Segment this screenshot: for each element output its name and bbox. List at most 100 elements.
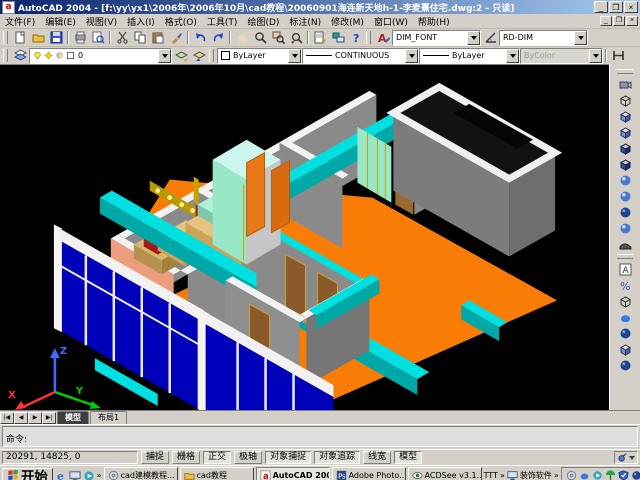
open-button[interactable] bbox=[29, 30, 47, 45]
layer-manager-button[interactable] bbox=[11, 48, 29, 63]
new-button[interactable] bbox=[11, 30, 29, 45]
dim-style-dropdown[interactable]: RD-DIM bbox=[499, 30, 588, 46]
osnap-toggle[interactable]: 对象捕捉 bbox=[265, 451, 311, 464]
color-dropdown[interactable]: ByLayer bbox=[217, 48, 302, 64]
lights-button[interactable] bbox=[615, 236, 635, 252]
zoom-realtime-button[interactable] bbox=[251, 30, 269, 45]
materials-button[interactable] bbox=[615, 261, 635, 277]
tab-next-button[interactable]: ▶ bbox=[28, 412, 42, 424]
gouraud-shaded-edges-button[interactable] bbox=[615, 188, 635, 204]
media-player-icon[interactable] bbox=[83, 470, 95, 480]
restore-button[interactable]: ❐ bbox=[609, 1, 623, 13]
tab-last-button[interactable]: ▶| bbox=[42, 412, 56, 424]
ortho-toggle[interactable]: 正交 bbox=[203, 451, 231, 464]
properties-button[interactable] bbox=[311, 30, 329, 45]
hidden-view-button[interactable] bbox=[615, 124, 635, 140]
menu-help[interactable]: 帮助(H) bbox=[413, 15, 455, 28]
render-preferences-button[interactable] bbox=[615, 357, 635, 373]
taskbar-toolbar-decor[interactable]: 装饰软件 » bbox=[507, 470, 559, 480]
plot-button[interactable] bbox=[71, 30, 89, 45]
mapping-button[interactable] bbox=[615, 293, 635, 309]
menu-modify[interactable]: 修改(M) bbox=[326, 15, 369, 28]
task-acdsee[interactable]: ACDSee v3.1... bbox=[408, 467, 482, 480]
close-button[interactable]: × bbox=[624, 1, 638, 13]
layer-previous-button[interactable] bbox=[190, 48, 208, 63]
coordinate-readout[interactable]: 20291, 14825, 0 bbox=[2, 451, 138, 464]
flat-shaded-button[interactable] bbox=[615, 140, 635, 156]
command-prompt[interactable]: 命令: bbox=[6, 435, 634, 446]
designcenter-button[interactable] bbox=[329, 30, 347, 45]
redo-button[interactable] bbox=[209, 30, 227, 45]
help-button[interactable] bbox=[347, 30, 365, 45]
dim-style-button[interactable] bbox=[481, 30, 499, 45]
zoom-window-button[interactable] bbox=[269, 30, 287, 45]
cut-button[interactable] bbox=[113, 30, 131, 45]
make-object-layer-current-button[interactable] bbox=[172, 48, 190, 63]
tab-previous-button[interactable]: ◀ bbox=[14, 412, 28, 424]
lineweight-toggle[interactable]: 线宽 bbox=[363, 451, 391, 464]
background-button[interactable] bbox=[615, 309, 635, 325]
linetype-dropdown[interactable]: CONTINUOUS bbox=[302, 48, 419, 64]
toolbar-grip[interactable] bbox=[3, 31, 8, 44]
menu-dimension[interactable]: 标注(N) bbox=[284, 15, 326, 28]
2d-wireframe-button[interactable] bbox=[615, 92, 635, 108]
menu-insert[interactable]: 插入(I) bbox=[122, 15, 160, 28]
3d-wireframe-button[interactable] bbox=[615, 108, 635, 124]
command-input-area[interactable]: 命令: bbox=[2, 426, 638, 447]
menu-window[interactable]: 窗口(W) bbox=[369, 15, 413, 28]
snap-toggle[interactable]: 捕捉 bbox=[141, 451, 169, 464]
text-style-dropdown[interactable]: DIM_FONT bbox=[392, 30, 481, 46]
pan-button[interactable] bbox=[233, 30, 251, 45]
task-cad-tutorial-folder[interactable]: cad教程 bbox=[180, 467, 254, 480]
mdi-close-button[interactable]: × bbox=[626, 16, 638, 26]
toolbar-grip[interactable] bbox=[366, 31, 371, 44]
menu-tools[interactable]: 工具(T) bbox=[202, 15, 243, 28]
paste-button[interactable] bbox=[149, 30, 167, 45]
dropdown-arrow-icon[interactable] bbox=[405, 49, 418, 63]
communication-center[interactable] bbox=[614, 451, 638, 464]
task-cad-modeling-tutorial[interactable]: cad建模教程... bbox=[104, 467, 178, 480]
mdi-restore-button[interactable]: ❐ bbox=[613, 16, 625, 26]
model-space-toggle[interactable]: 模型 bbox=[394, 451, 422, 464]
task-adobe-photoshop[interactable]: Adobe Photo... bbox=[332, 467, 406, 480]
lineweight-dropdown[interactable]: ByLayer bbox=[419, 48, 520, 64]
toolbar-overflow[interactable]: » bbox=[554, 471, 559, 480]
copy-button[interactable] bbox=[131, 30, 149, 45]
3d-orbit-button[interactable] bbox=[615, 76, 635, 92]
dropdown-arrow-icon[interactable] bbox=[288, 49, 301, 63]
plot-preview-button[interactable] bbox=[89, 30, 107, 45]
undo-button[interactable] bbox=[191, 30, 209, 45]
ie-icon[interactable] bbox=[55, 470, 67, 480]
show-desktop-icon[interactable] bbox=[69, 470, 81, 480]
taskbar-toolbar-ttt[interactable]: TTT » bbox=[484, 471, 505, 480]
toolbar-overflow[interactable]: » bbox=[500, 471, 505, 480]
tab-first-button[interactable]: |◀ bbox=[0, 412, 14, 424]
menu-file[interactable]: 文件(F) bbox=[0, 15, 40, 28]
layer-dropdown[interactable]: 0 bbox=[29, 48, 172, 64]
tray-media-icon[interactable] bbox=[592, 470, 603, 480]
docked-toolbar-button[interactable] bbox=[609, 48, 627, 63]
toolbar-grip[interactable] bbox=[617, 69, 633, 74]
scenes-button[interactable] bbox=[615, 220, 635, 236]
tray-clock-app-icon[interactable] bbox=[566, 470, 577, 480]
menu-edit[interactable]: 编辑(E) bbox=[40, 15, 81, 28]
tray-blob-icon[interactable] bbox=[579, 470, 590, 480]
tray-antivirus-umbrella-icon[interactable] bbox=[605, 470, 616, 480]
dropdown-arrow-icon[interactable] bbox=[506, 49, 519, 63]
task-autocad[interactable]: AutoCAD 200... bbox=[256, 467, 330, 480]
dropdown-arrow-icon[interactable] bbox=[158, 49, 171, 63]
gouraud-shaded-button[interactable] bbox=[615, 156, 635, 172]
toolbar-grip[interactable] bbox=[617, 254, 633, 259]
tray-shield-icon[interactable] bbox=[618, 470, 629, 480]
start-button[interactable]: 开始 bbox=[2, 468, 53, 480]
minimize-button[interactable]: _ bbox=[594, 1, 608, 13]
tray-dark-sphere-icon[interactable] bbox=[631, 470, 640, 480]
tab-layout1[interactable]: 布局1 bbox=[90, 411, 127, 424]
quick-launch-overflow[interactable]: » bbox=[97, 471, 102, 480]
polar-toggle[interactable]: 极轴 bbox=[234, 451, 262, 464]
otrack-toggle[interactable]: 对象追踪 bbox=[314, 451, 360, 464]
save-button[interactable] bbox=[47, 30, 65, 45]
text-style-button[interactable] bbox=[374, 30, 392, 45]
render-button[interactable] bbox=[615, 204, 635, 220]
menu-draw[interactable]: 绘图(D) bbox=[242, 15, 284, 28]
